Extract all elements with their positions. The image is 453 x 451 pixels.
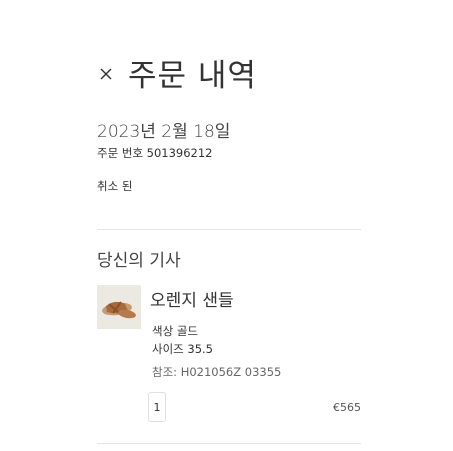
items-section-title: 당신의 기사 bbox=[97, 251, 181, 271]
quantity-value: 1 bbox=[153, 400, 161, 414]
product-size: 사이즈 35.5 bbox=[152, 342, 214, 356]
page-title: 주문 내역 bbox=[128, 57, 257, 94]
product-color: 색상 골드 bbox=[152, 324, 198, 338]
order-date: 2023년 2월 18일 bbox=[97, 122, 231, 142]
quantity-selector[interactable]: 1 bbox=[148, 392, 166, 422]
section-divider bbox=[97, 443, 361, 444]
close-icon bbox=[100, 68, 112, 80]
order-status: 취소 된 bbox=[97, 179, 133, 193]
order-details-header: 주문 내역 bbox=[97, 52, 257, 94]
sandal-image bbox=[97, 285, 141, 329]
close-button[interactable] bbox=[97, 65, 115, 83]
product-name-link[interactable]: 오렌지 샌들 bbox=[150, 286, 234, 311]
product-price: €565 bbox=[333, 401, 361, 414]
product-reference: 참조: H021056Z 03355 bbox=[152, 365, 282, 379]
product-thumbnail[interactable] bbox=[97, 285, 141, 329]
order-number: 주문 번호 501396212 bbox=[97, 146, 213, 160]
section-divider bbox=[97, 229, 361, 230]
